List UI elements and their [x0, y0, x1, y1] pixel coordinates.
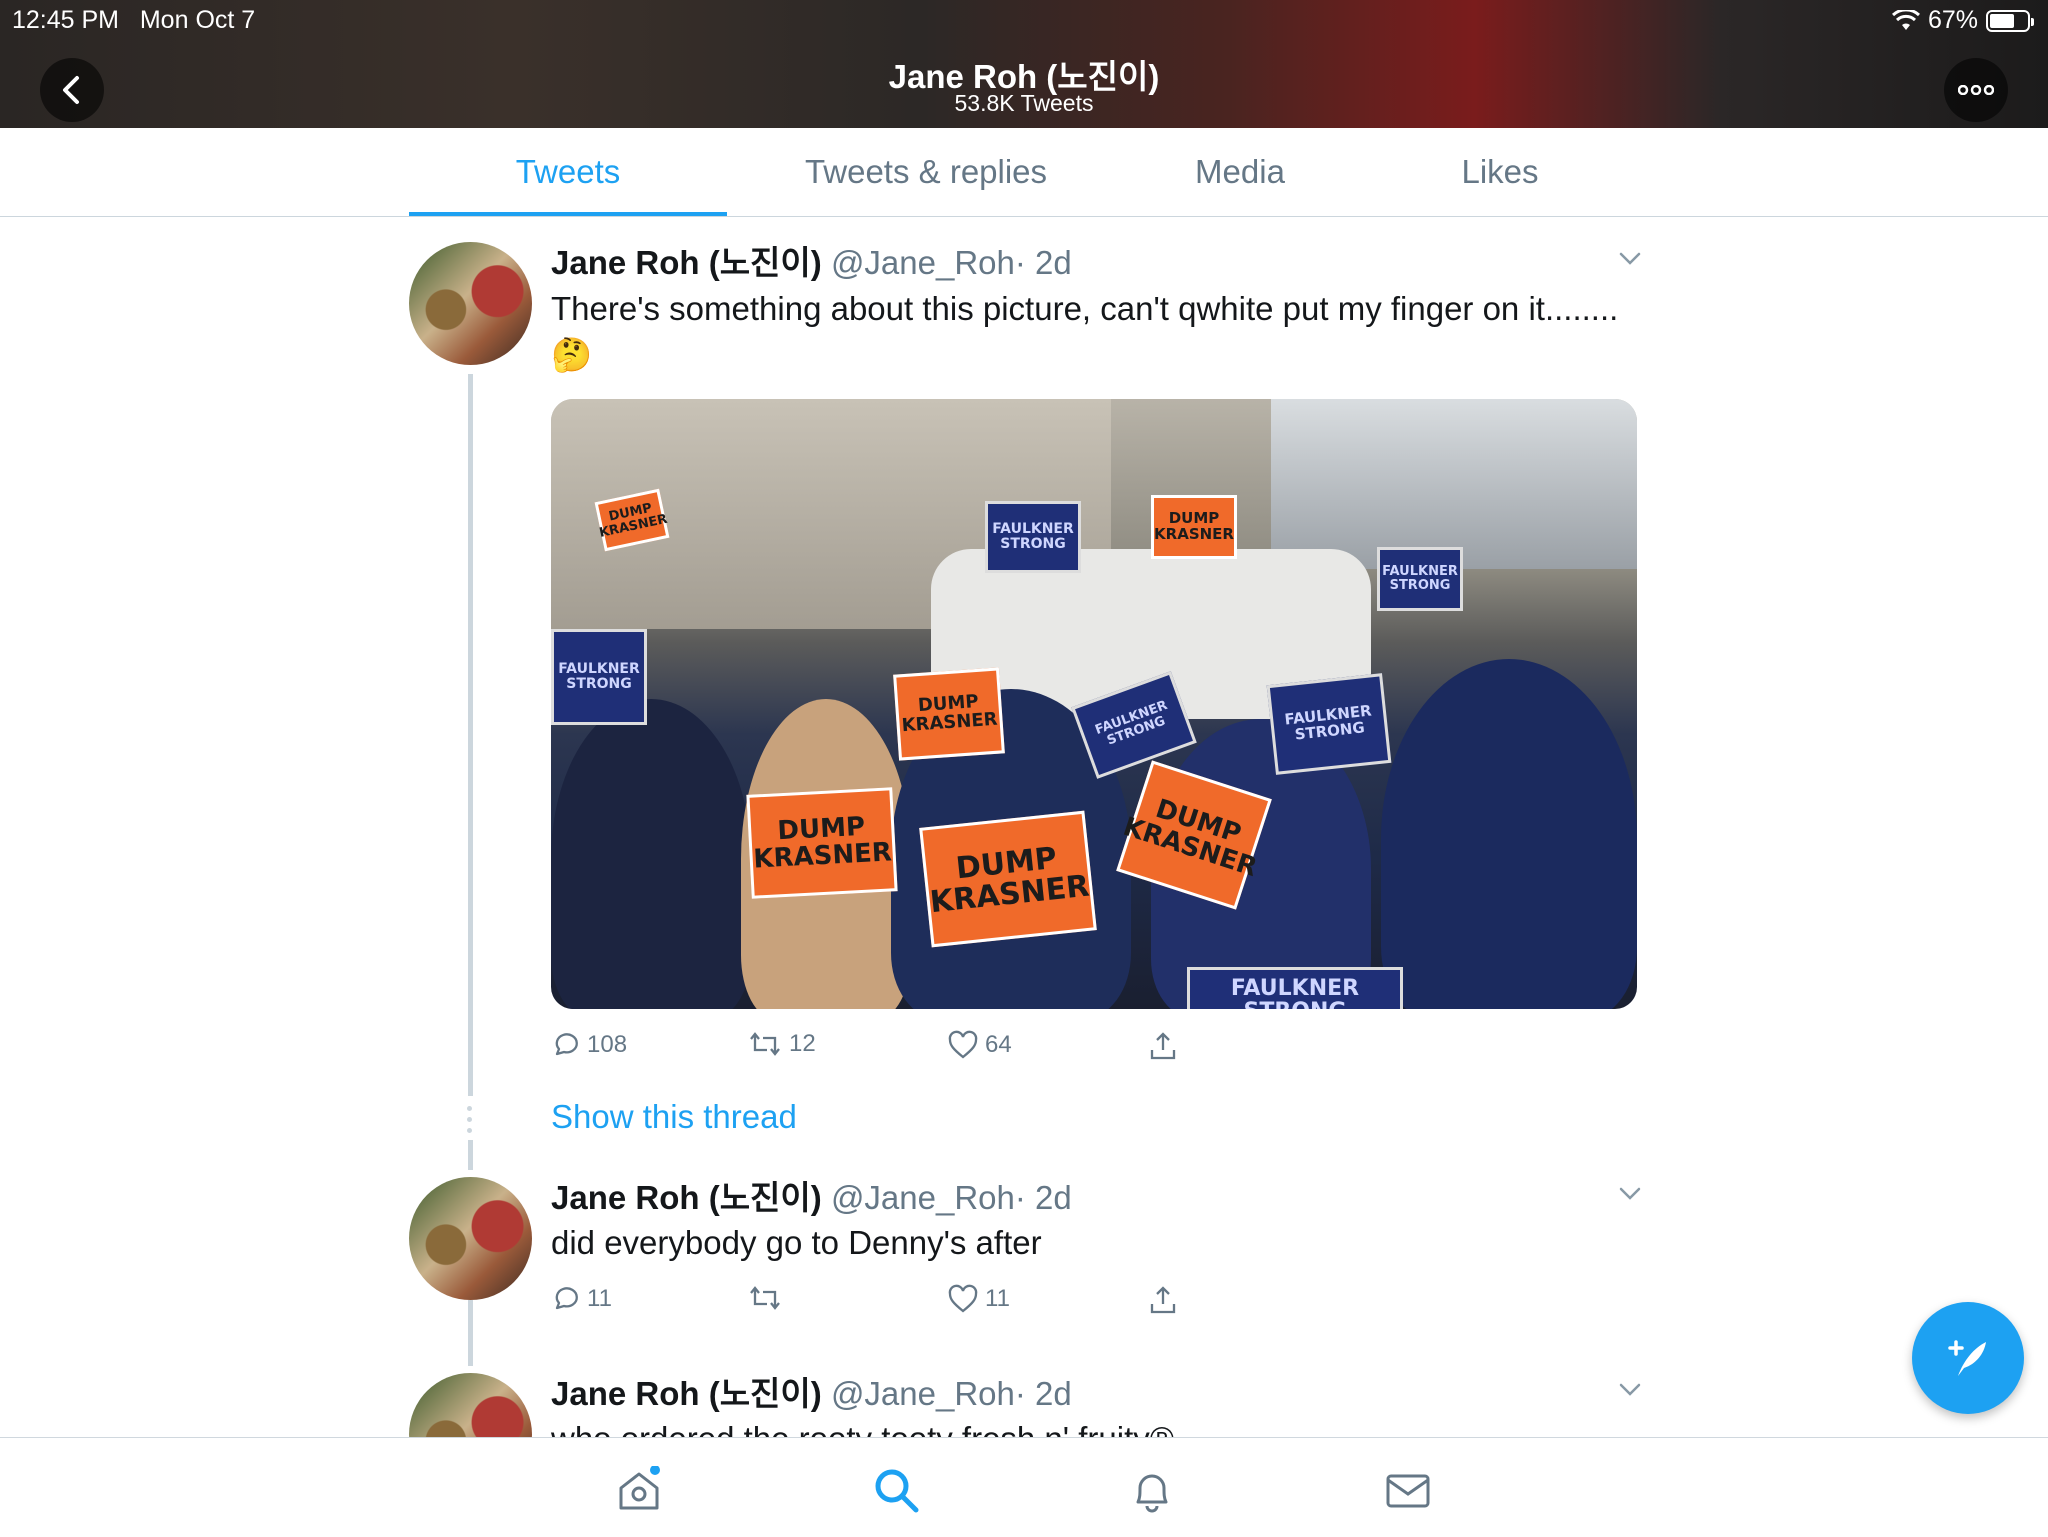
retweet-count: 12: [789, 1030, 816, 1057]
bottom-tab-bar: [0, 1437, 2048, 1537]
photo-person: [551, 699, 751, 1009]
tweet-time: · 2d: [1014, 1179, 1072, 1216]
tweet-author-name[interactable]: Jane Roh (노진이): [551, 1375, 822, 1412]
more-icon: [1958, 85, 1994, 95]
protest-sign: FAULKNER STRONG: [551, 629, 647, 725]
tweet-author-name[interactable]: Jane Roh (노진이): [551, 244, 822, 281]
status-time: 12:45 PM: [12, 6, 120, 34]
status-right: 67%: [1891, 6, 2034, 35]
tweet-header: Jane Roh (노진이) @Jane_Roh· 2d: [551, 1171, 1072, 1219]
battery-percent: 67%: [1927, 6, 1978, 34]
like-icon: [948, 1030, 978, 1059]
like-count: 11: [985, 1285, 1010, 1312]
avatar[interactable]: [409, 242, 532, 365]
wifi-icon: [1891, 9, 1920, 30]
retweet-icon: [750, 1286, 780, 1310]
chevron-down-icon[interactable]: [1618, 1377, 1642, 1401]
like-button[interactable]: 64: [947, 1030, 1012, 1060]
tweet-header: Jane Roh (노진이) @Jane_Roh· 2d: [551, 236, 1072, 284]
retweet-icon: [750, 1032, 780, 1056]
protest-sign: DUMP KRASNER: [893, 667, 1005, 761]
tweet-photo[interactable]: DUMP KRASNER FAULKNER STRONG DUMP KRASNE…: [551, 399, 1637, 1009]
chevron-down-icon[interactable]: [1618, 1181, 1642, 1205]
tweet-actions: 108 12 64: [551, 1030, 1251, 1070]
tweet-time: · 2d: [1014, 1375, 1072, 1412]
messages-icon[interactable]: [1384, 1466, 1432, 1514]
chevron-down-icon[interactable]: [1618, 246, 1642, 270]
show-thread-link[interactable]: Show this thread: [551, 1098, 797, 1136]
protest-sign: FAULKNER STRONG: [985, 501, 1081, 573]
tweet-author-name[interactable]: Jane Roh (노진이): [551, 1179, 822, 1216]
tab-tweets[interactable]: Tweets: [409, 128, 727, 216]
protest-sign: DUMP KRASNER: [1151, 495, 1237, 559]
like-button[interactable]: 11: [947, 1284, 1010, 1314]
thread-line: [468, 1140, 473, 1170]
protest-sign: DUMP KRASNER: [919, 810, 1097, 948]
thread-line: [468, 1300, 473, 1366]
tweet-handle[interactable]: @Jane_Roh: [831, 1179, 1015, 1216]
thread-gap-dots: [467, 1106, 473, 1136]
tweet-handle[interactable]: @Jane_Roh: [831, 244, 1015, 281]
active-tab-indicator: [409, 212, 727, 216]
profile-header: 12:45 PM Mon Oct 7 67% Jane Roh (노진이) 53…: [0, 0, 2048, 128]
thread-line: [468, 374, 473, 1096]
share-icon: [1150, 1032, 1176, 1060]
retweet-button[interactable]: 12: [747, 1030, 816, 1058]
reply-count: 11: [587, 1285, 612, 1312]
protest-sign: FAULKNER STRONG: [1187, 967, 1403, 1009]
header-tweet-count: 53.8K Tweets: [954, 90, 1094, 116]
reply-button[interactable]: 108: [551, 1030, 627, 1060]
share-icon: [1150, 1286, 1176, 1314]
avatar[interactable]: [409, 1177, 532, 1300]
tweet-time: · 2d: [1014, 244, 1072, 281]
reply-icon: [555, 1033, 578, 1056]
tweet-text: There's something about this picture, ca…: [551, 290, 1619, 373]
like-count: 64: [985, 1031, 1012, 1058]
more-button[interactable]: [1944, 58, 2008, 122]
protest-sign: FAULKNER STRONG: [1266, 673, 1392, 775]
reply-button[interactable]: 11: [551, 1284, 612, 1314]
tab-tweets-replies[interactable]: Tweets & replies: [770, 128, 1082, 216]
home-icon[interactable]: [615, 1466, 663, 1514]
compose-icon: [1948, 1340, 1986, 1376]
tweet-header: Jane Roh (노진이) @Jane_Roh· 2d: [551, 1367, 1072, 1415]
tweet-text: did everybody go to Denny's after: [551, 1224, 1042, 1261]
reply-count: 108: [587, 1031, 628, 1058]
tweet-handle[interactable]: @Jane_Roh: [831, 1375, 1015, 1412]
like-icon: [948, 1284, 978, 1313]
status-time-date: 12:45 PM Mon Oct 7: [12, 6, 255, 35]
tweet-actions: 11 11: [551, 1284, 1251, 1324]
tab-media[interactable]: Media: [1140, 128, 1340, 216]
protest-sign: FAULKNER STRONG: [1377, 547, 1463, 611]
share-button[interactable]: [1147, 1030, 1179, 1062]
search-icon[interactable]: [872, 1466, 920, 1514]
profile-tabs: Tweets Tweets & replies Media Likes: [0, 128, 2048, 217]
notifications-icon[interactable]: [1128, 1466, 1176, 1514]
photo-person: [1381, 659, 1637, 1009]
photo-street: [1271, 399, 1637, 569]
retweet-button[interactable]: [747, 1284, 783, 1312]
status-date: Mon Oct 7: [139, 6, 256, 34]
share-button[interactable]: [1147, 1284, 1179, 1316]
battery-icon: [1986, 9, 2034, 32]
compose-tweet-button[interactable]: [1912, 1302, 2024, 1414]
protest-sign: DUMP KRASNER: [746, 787, 898, 899]
reply-icon: [555, 1287, 578, 1310]
tab-likes[interactable]: Likes: [1400, 128, 1600, 216]
